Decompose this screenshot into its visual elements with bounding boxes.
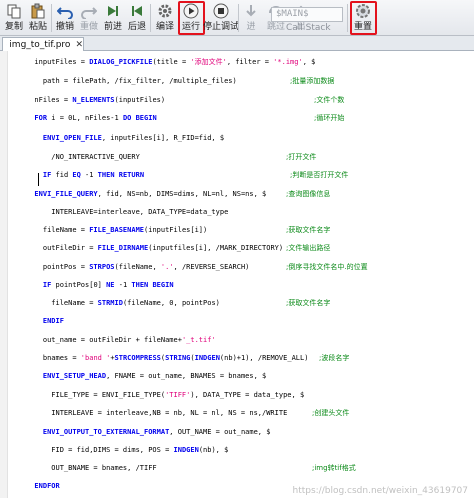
editor-gutter <box>0 51 8 498</box>
code-line: path = filePath, /fix_filter, /multiple_… <box>26 77 237 85</box>
code-comment: ;img转tif格式 <box>312 464 356 472</box>
copy-label: 复制 <box>4 22 23 32</box>
code-line: FID = fid,DIMS = dims, POS = INDGEN(nb),… <box>26 446 229 454</box>
text-cursor <box>38 173 39 186</box>
undo-icon <box>57 7 73 19</box>
paste-icon <box>31 3 45 19</box>
code-comment: ;创建头文件 <box>312 409 350 417</box>
code-editor[interactable]: inputFiles = DIALOG_PICKFILE(title = '添加… <box>0 51 474 498</box>
code-line: ENVI_OUTPUT_TO_EXTERNAL_FORMAT, OUT_NAME… <box>26 428 271 436</box>
run-button[interactable]: 运行 <box>178 1 204 35</box>
back-label: 后退 <box>127 22 146 32</box>
redo-label: 重做 <box>79 22 98 32</box>
code-comment: ;获取文件名字 <box>286 226 331 234</box>
step-into-label: 进 <box>246 22 256 32</box>
code-comment: ;文件输出路径 <box>286 244 331 252</box>
copy-button[interactable]: 复制 <box>2 1 26 35</box>
code-line: ENVI_SETUP_HEAD, FNAME = out_name, BNAME… <box>26 372 267 380</box>
code-comment: ;判断是否打开文件 <box>290 171 349 179</box>
code-line: IF fid EQ -1 THEN RETURN <box>42 171 145 179</box>
code-line: FILE_TYPE = ENVI_FILE_TYPE('TIFF'), DATA… <box>26 391 305 399</box>
editor-tab-bar: img_to_tif.pro ✕ <box>0 36 474 51</box>
toolbar-separator <box>238 4 239 32</box>
toolbar-separator <box>51 4 52 32</box>
code-line: /NO_INTERACTIVE_QUERY <box>26 153 140 161</box>
watermark: https://blog.csdn.net/weixin_43619707 <box>292 486 468 496</box>
code-line: inputFiles = DIALOG_PICKFILE(title = '添加… <box>26 58 316 66</box>
call-stack-label: Call Stack <box>286 23 331 33</box>
undo-button[interactable]: 撤销 <box>53 1 77 35</box>
compile-icon <box>158 4 172 18</box>
step-into-button[interactable]: 进 <box>240 1 262 35</box>
code-comment: ;倒序寻找文件名中.的位置 <box>286 263 368 271</box>
step-into-icon <box>246 5 256 17</box>
forward-button[interactable]: 前进 <box>101 1 125 35</box>
code-line: FOR i = 0L, nFiles-1 DO BEGIN <box>26 114 157 122</box>
call-stack-dropdown[interactable]: $MAIN$ <box>271 7 343 22</box>
code-line: INTERLEAVE = interleave,NB = nb, NL = nl… <box>26 409 288 417</box>
code-line: outFileDir = FILE_DIRNAME(inputfiles[i],… <box>26 244 284 252</box>
redo-button[interactable]: 重做 <box>77 1 101 35</box>
code-line: bnames = 'band '+STRCOMPRESS(STRING(INDG… <box>26 354 309 362</box>
toolbar-separator <box>347 4 348 32</box>
code-line: ENVI_FILE_QUERY, fid, NS=nb, DIMS=dims, … <box>26 190 267 198</box>
tab-filename: img_to_tif.pro <box>9 39 71 50</box>
toolbar: 复制 粘贴 撤销 重做 前进 后退 编译 运行 停止调试 进 跳过 出 $MAI… <box>0 0 474 36</box>
stop-icon <box>213 3 229 19</box>
code-line: ENDIF <box>26 317 64 325</box>
copy-icon <box>7 4 21 19</box>
code-comment: ;批量添加数据 <box>290 77 335 85</box>
code-comment: ;查询图像信息 <box>286 190 331 198</box>
redo-icon <box>81 7 97 19</box>
code-line: out_name = outFileDir + fileName+'_t.tif… <box>26 336 216 344</box>
run-icon <box>183 3 199 19</box>
code-line: ENDFOR <box>26 482 60 490</box>
code-line: pointPos = STRPOS(fileName, '.', /REVERS… <box>26 263 250 271</box>
stop-debug-label: 停止调试 <box>203 22 240 32</box>
reset-button[interactable]: 重置 <box>350 1 376 35</box>
code-comment: ;文件个数 <box>314 96 345 104</box>
forward-icon <box>108 6 118 16</box>
stop-debug-button[interactable]: 停止调试 <box>203 1 240 35</box>
code-comment: ;波段名字 <box>319 354 350 362</box>
tab-close-icon[interactable]: ✕ <box>75 40 83 50</box>
code-line: ENVI_OPEN_FILE, inputFiles[i], R_FID=fid… <box>26 134 225 142</box>
tab-img-to-tif[interactable]: img_to_tif.pro ✕ <box>2 37 84 51</box>
code-line: fileName = FILE_BASENAME(inputFiles[i]) <box>26 226 208 234</box>
undo-label: 撤销 <box>55 22 74 32</box>
code-line: INTERLEAVE=interleave, DATA_TYPE=data_ty… <box>26 208 229 216</box>
compile-label: 编译 <box>155 22 174 32</box>
code-line: OUT_BNAME = bnames, /TIFF <box>26 464 157 472</box>
step-over-label: 跳过 <box>266 22 285 32</box>
reset-label: 重置 <box>353 22 372 32</box>
code-line: nFiles = N_ELEMENTS(inputFiles) <box>26 96 166 104</box>
code-comment: ;循环开始 <box>314 114 345 122</box>
run-label: 运行 <box>181 22 200 32</box>
compile-button[interactable]: 编译 <box>152 1 178 35</box>
back-button[interactable]: 后退 <box>125 1 149 35</box>
forward-label: 前进 <box>103 22 122 32</box>
code-comment: ;打开文件 <box>286 153 317 161</box>
reset-icon <box>356 4 370 18</box>
paste-label: 粘贴 <box>28 22 47 32</box>
code-comment: ;获取文件名字 <box>286 299 331 307</box>
back-icon <box>132 6 142 16</box>
code-line: fileName = STRMID(fileName, 0, pointPos) <box>26 299 220 307</box>
toolbar-separator <box>150 4 151 32</box>
paste-button[interactable]: 粘贴 <box>26 1 50 35</box>
code-line: IF pointPos[0] NE -1 THEN BEGIN <box>26 281 174 289</box>
